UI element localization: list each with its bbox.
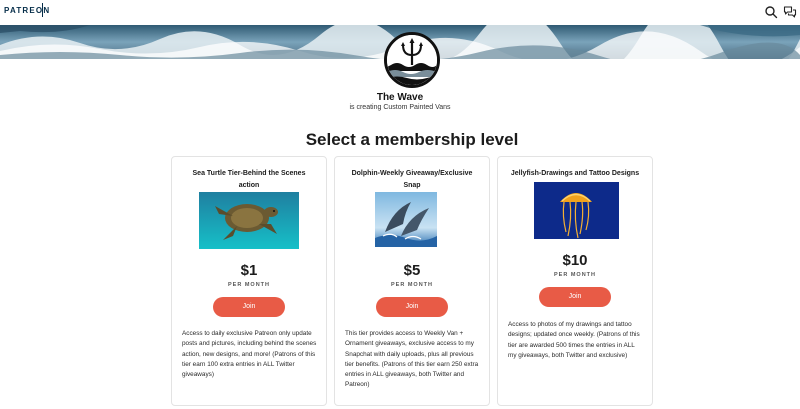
tier-description: Access to photos of my drawings and tatt… [508,321,640,359]
tier-price: $1 [240,262,258,279]
dolphins-image [375,192,437,247]
tier-price: $5 [403,262,421,279]
creator-tagline: is creating Custom Painted Vans [349,104,451,111]
patreon-logo[interactable]: PATREON [4,6,50,15]
top-nav: PATREON [0,0,800,25]
join-button[interactable]: Join [539,287,611,307]
creator-name[interactable]: The Wave [0,92,800,103]
tier-period: PER MONTH [391,282,433,288]
tier-period: PER MONTH [228,282,270,288]
tier-description: Access to daily exclusive Patreon only u… [182,330,317,379]
tier-title: Sea Turtle Tier-Behind the Scenes action [192,170,306,189]
tier-card-dolphin: Dolphin-Weekly Giveaway/Exclusive Snap $… [334,156,490,406]
chat-icon[interactable] [783,5,797,19]
section-title: Select a membership level [305,130,519,149]
join-button[interactable]: Join [376,297,448,317]
join-button[interactable]: Join [213,297,285,317]
tier-price: $10 [562,252,588,269]
search-icon[interactable] [764,5,778,19]
logo-divider [42,3,43,17]
sea-turtle-image [199,192,299,249]
tier-title: Jellyfish-Drawings and Tattoo Designs [510,170,640,177]
tier-description: This tier provides access to Weekly Van … [345,330,479,389]
tier-card-sea-turtle: Sea Turtle Tier-Behind the Scenes action… [171,156,327,406]
tier-card-jellyfish: Jellyfish-Drawings and Tattoo Designs $1… [497,156,653,406]
jellyfish-image [534,182,619,239]
tier-title: Dolphin-Weekly Giveaway/Exclusive Snap [351,170,473,189]
trident-wave-logo [387,35,437,85]
creator-avatar[interactable] [384,32,440,88]
tier-period: PER MONTH [554,272,596,278]
